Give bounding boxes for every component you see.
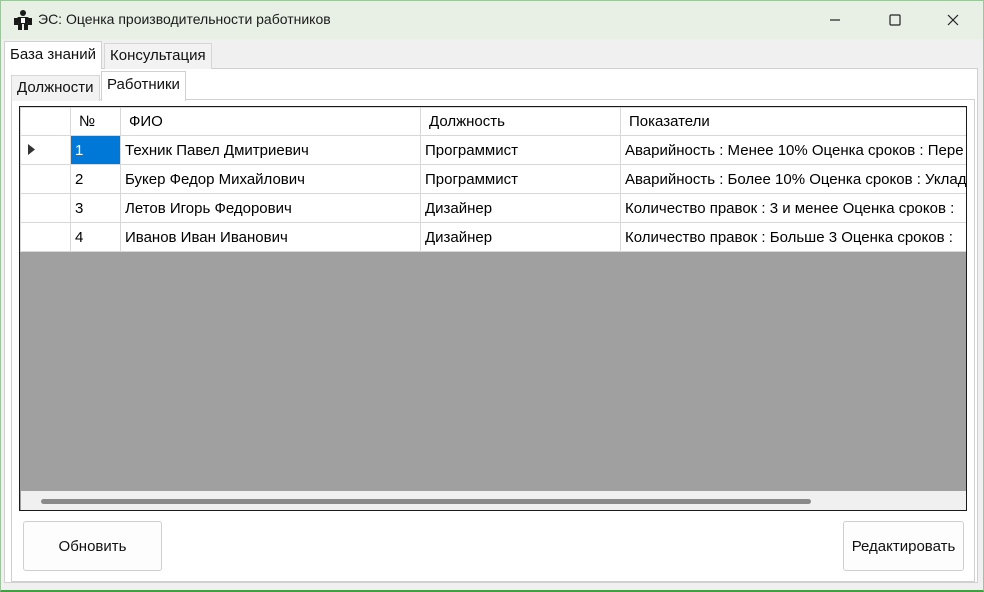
row-header[interactable]: [20, 135, 71, 165]
cell-indicators[interactable]: Количество правок : 3 и менее Оценка сро…: [620, 193, 966, 223]
cell-fio[interactable]: Иванов Иван Иванович: [120, 222, 421, 252]
column-header-indicators[interactable]: Показатели: [620, 107, 966, 136]
tab-consultation[interactable]: Консультация: [104, 43, 212, 69]
tab-employees[interactable]: Работники: [101, 71, 186, 101]
maximize-button[interactable]: [872, 1, 918, 39]
current-row-arrow-icon: [28, 142, 70, 159]
maximize-icon: [889, 14, 901, 26]
table-row[interactable]: 2 Букер Федор Михайлович Программист Ава…: [20, 164, 966, 194]
horizontal-scrollbar[interactable]: [21, 491, 966, 510]
row-header[interactable]: [20, 193, 71, 223]
cell-num[interactable]: 4: [70, 222, 121, 252]
close-button[interactable]: [930, 1, 976, 39]
cell-num[interactable]: 1: [70, 135, 121, 165]
horizontal-scrollbar-thumb[interactable]: [41, 499, 811, 504]
column-header-position[interactable]: Должность: [420, 107, 621, 136]
row-header[interactable]: [20, 164, 71, 194]
cell-indicators[interactable]: Аварийность : Более 10% Оценка сроков : …: [620, 164, 966, 194]
table-header-row: № ФИО Должность Показатели: [20, 107, 966, 136]
cell-num[interactable]: 2: [70, 164, 121, 194]
app-window: ЭС: Оценка производительности работников…: [0, 0, 984, 592]
close-icon: [947, 14, 959, 26]
window-title: ЭС: Оценка производительности работников: [38, 11, 331, 27]
cell-position[interactable]: Дизайнер: [420, 222, 621, 252]
cell-position[interactable]: Программист: [420, 164, 621, 194]
cell-num[interactable]: 3: [70, 193, 121, 223]
title-bar[interactable]: ЭС: Оценка производительности работников: [1, 1, 983, 39]
table-row[interactable]: 4 Иванов Иван Иванович Дизайнер Количест…: [20, 222, 966, 252]
minimize-button[interactable]: [812, 1, 858, 39]
employees-grid[interactable]: № ФИО Должность Показатели 1 Техник Паве…: [19, 106, 967, 511]
row-header-corner: [20, 107, 71, 136]
tab-positions[interactable]: Должности: [11, 75, 100, 101]
table-row[interactable]: 1 Техник Павел Дмитриевич Программист Ав…: [20, 135, 966, 165]
refresh-button[interactable]: Обновить: [23, 521, 162, 571]
cell-position[interactable]: Программист: [420, 135, 621, 165]
column-header-num[interactable]: №: [70, 107, 121, 136]
employees-table: № ФИО Должность Показатели 1 Техник Паве…: [20, 107, 966, 252]
cell-indicators[interactable]: Аварийность : Менее 10% Оценка сроков : …: [620, 135, 966, 165]
cell-position[interactable]: Дизайнер: [420, 193, 621, 223]
table-row[interactable]: 3 Летов Игорь Федорович Дизайнер Количес…: [20, 193, 966, 223]
minimize-icon: [829, 14, 841, 26]
cell-fio[interactable]: Букер Федор Михайлович: [120, 164, 421, 194]
tab-knowledge-base[interactable]: База знаний: [4, 41, 102, 69]
edit-button[interactable]: Редактировать: [843, 521, 964, 571]
cell-fio[interactable]: Техник Павел Дмитриевич: [120, 135, 421, 165]
row-header[interactable]: [20, 222, 71, 252]
cell-indicators[interactable]: Количество правок : Больше 3 Оценка срок…: [620, 222, 966, 252]
cell-fio[interactable]: Летов Игорь Федорович: [120, 193, 421, 223]
column-header-fio[interactable]: ФИО: [120, 107, 421, 136]
app-logo-icon: [12, 9, 34, 31]
